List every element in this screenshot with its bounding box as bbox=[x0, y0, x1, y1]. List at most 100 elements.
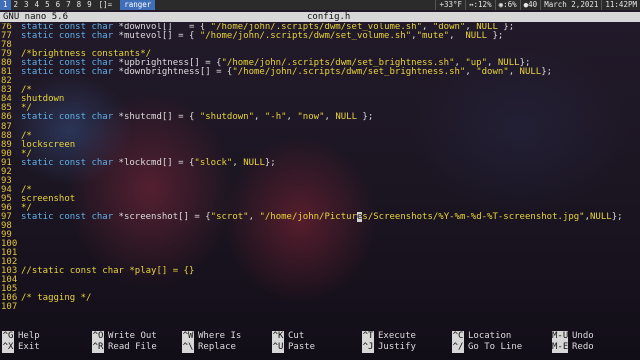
status-item: ↔:12% bbox=[465, 0, 495, 10]
code-token: "shutdown" bbox=[199, 112, 255, 123]
code-token: *downbrightness[] = { bbox=[113, 67, 233, 78]
shortcut-key: ^W bbox=[182, 331, 194, 342]
workspace-tags: 123456789 bbox=[0, 0, 95, 10]
workspace-tag-8[interactable]: 8 bbox=[74, 0, 85, 10]
code-token: "-h" bbox=[264, 112, 287, 123]
status-item: +33°F bbox=[435, 0, 465, 10]
code-token: //static const char *play[] = {} bbox=[21, 266, 195, 277]
shortcut-justify[interactable]: ^J Justify bbox=[362, 342, 416, 353]
code-line[interactable]: 103//static const char *play[] = {} bbox=[0, 267, 640, 276]
code-line[interactable]: 91 static const char *lockcmd[] = {"slock… bbox=[0, 157, 640, 168]
code-token: *shutcmd[] = { bbox=[113, 112, 200, 123]
shortcut-label: Go To Line bbox=[468, 342, 523, 352]
code-token: , bbox=[465, 67, 477, 78]
code-token: "now" bbox=[297, 112, 325, 123]
workspace-tag-1[interactable]: 1 bbox=[0, 0, 11, 10]
code-line[interactable]: 92 bbox=[0, 167, 640, 177]
code-token: static const char bbox=[21, 31, 114, 42]
code-line[interactable]: 107 bbox=[0, 303, 640, 312]
code-line[interactable]: 94/* bbox=[0, 185, 640, 195]
code-line[interactable]: 99 bbox=[0, 230, 640, 240]
code-token: "mute" bbox=[416, 31, 450, 42]
shortcut-write-out[interactable]: ^O Write Out bbox=[92, 331, 157, 342]
shortcut-go-to-line[interactable]: ^/ Go To Line bbox=[452, 342, 522, 353]
code-line[interactable]: 89 lockscreen bbox=[0, 140, 640, 150]
status-item: 11:42PM bbox=[601, 0, 640, 10]
code-token: , bbox=[508, 67, 520, 78]
code-token: }; bbox=[541, 67, 553, 78]
shortcut-label: Paste bbox=[288, 342, 316, 352]
shortcut-help-bar: ^G Help ^X Exit ^O Write Out ^R Read File ^W Wher… bbox=[0, 331, 640, 357]
workspace-tag-4[interactable]: 4 bbox=[32, 0, 43, 10]
shortcut-key: ^R bbox=[92, 342, 104, 353]
code-token: , bbox=[232, 157, 244, 168]
shortcut-redo[interactable]: M-E Redo bbox=[552, 342, 594, 353]
status-item: March 2,2021 bbox=[540, 0, 601, 10]
code-line[interactable]: 82 bbox=[0, 77, 640, 86]
shortcut-undo[interactable]: M-U Undo bbox=[552, 331, 594, 342]
shortcut-read-file[interactable]: ^R Read File bbox=[92, 342, 157, 353]
code-line[interactable]: 100 bbox=[0, 239, 640, 249]
workspace-tag-3[interactable]: 3 bbox=[21, 0, 32, 10]
layout-indicator[interactable]: []= bbox=[95, 0, 117, 10]
code-token: , bbox=[324, 112, 336, 123]
code-token: *mutevol[] = { bbox=[113, 31, 200, 42]
shortcut-replace[interactable]: ^\ Replace bbox=[182, 342, 236, 353]
shortcut-where-is[interactable]: ^W Where Is bbox=[182, 331, 241, 342]
shortcut-help[interactable]: ^G Help bbox=[2, 331, 40, 342]
code-line[interactable]: 95 screenshot bbox=[0, 194, 640, 204]
code-line[interactable]: 86 static const char *shutcmd[] = { "shut… bbox=[0, 113, 640, 122]
shortcut-key: ^T bbox=[362, 331, 374, 342]
shortcut-location[interactable]: ^C Location bbox=[452, 331, 511, 342]
code-token: "scrot" bbox=[210, 211, 249, 222]
system-status: +33°F ↔:12% ◉:6% ●40 March 2,2021 11:42PM bbox=[435, 0, 640, 10]
code-token: /* tagging */ bbox=[21, 293, 92, 304]
workspace-tag-6[interactable]: 6 bbox=[53, 0, 64, 10]
workspace-tag-2[interactable]: 2 bbox=[11, 0, 22, 10]
code-token: NULL bbox=[465, 31, 488, 42]
code-line[interactable]: 97 static const char *screenshot[] = {"sc… bbox=[0, 211, 640, 222]
code-line[interactable]: 93 bbox=[0, 176, 640, 186]
code-token: "/home/john/.scripts/dwm/set_brightness.… bbox=[232, 67, 466, 78]
code-line[interactable]: 104 bbox=[0, 276, 640, 285]
code-token: *lockcmd[] = { bbox=[113, 157, 195, 168]
code-token: }; bbox=[611, 211, 623, 222]
shortcut-paste[interactable]: ^U Paste bbox=[272, 342, 315, 353]
shortcut-key: M-U bbox=[552, 331, 569, 342]
workspace-tag-7[interactable]: 7 bbox=[63, 0, 74, 10]
shortcut-label: Read File bbox=[108, 342, 157, 352]
shortcut-label: Undo bbox=[572, 331, 594, 341]
code-line[interactable]: 87 bbox=[0, 122, 640, 132]
code-line[interactable]: 88/* bbox=[0, 131, 640, 141]
shortcut-cut[interactable]: ^K Cut bbox=[272, 331, 304, 342]
code-line[interactable]: 77 static const char *mutevol[] = { "/hom… bbox=[0, 31, 640, 42]
code-token: "down" bbox=[476, 67, 509, 78]
status-item: ●40 bbox=[519, 0, 541, 10]
workspace-tag-9[interactable]: 9 bbox=[84, 0, 95, 10]
editor-text-area[interactable]: 76 static const char *downvol[] = { "/hom… bbox=[0, 23, 640, 321]
workspace-tag-5[interactable]: 5 bbox=[42, 0, 53, 10]
shortcut-label: Redo bbox=[572, 342, 594, 352]
code-token: *screenshot[] = { bbox=[113, 211, 211, 222]
code-line[interactable]: 101 bbox=[0, 248, 640, 258]
shortcut-execute[interactable]: ^T Execute bbox=[362, 331, 416, 342]
code-token: "slock" bbox=[194, 157, 233, 168]
code-token: static const char bbox=[21, 211, 114, 222]
code-token: }; bbox=[487, 31, 504, 42]
code-line[interactable]: 98 bbox=[0, 221, 640, 231]
shortcut-key: ^O bbox=[92, 331, 104, 342]
shortcut-key: M-E bbox=[552, 342, 569, 353]
code-token: NULL bbox=[335, 112, 358, 123]
code-line[interactable]: 84 shutdown bbox=[0, 95, 640, 104]
code-token: s/Screenshots/%Y-%m-%d-%T-screenshot.jpg… bbox=[362, 211, 585, 222]
shortcut-label: Exit bbox=[18, 342, 40, 352]
code-line[interactable]: 81 static const char *downbrightness[] = … bbox=[0, 68, 640, 77]
code-line[interactable]: 83/* bbox=[0, 86, 640, 95]
shortcut-exit[interactable]: ^X Exit bbox=[2, 342, 40, 353]
code-line[interactable]: 105 bbox=[0, 285, 640, 294]
shortcut-key: ^C bbox=[452, 331, 464, 342]
code-line[interactable]: 106/* tagging */ bbox=[0, 294, 640, 303]
dwm-status-bar: 123456789 []= ranger +33°F ↔:12% ◉:6% ●40 Ma… bbox=[0, 0, 640, 10]
file-name: config.h bbox=[307, 12, 351, 22]
app-version: GNU nano 5.6 bbox=[3, 12, 69, 22]
